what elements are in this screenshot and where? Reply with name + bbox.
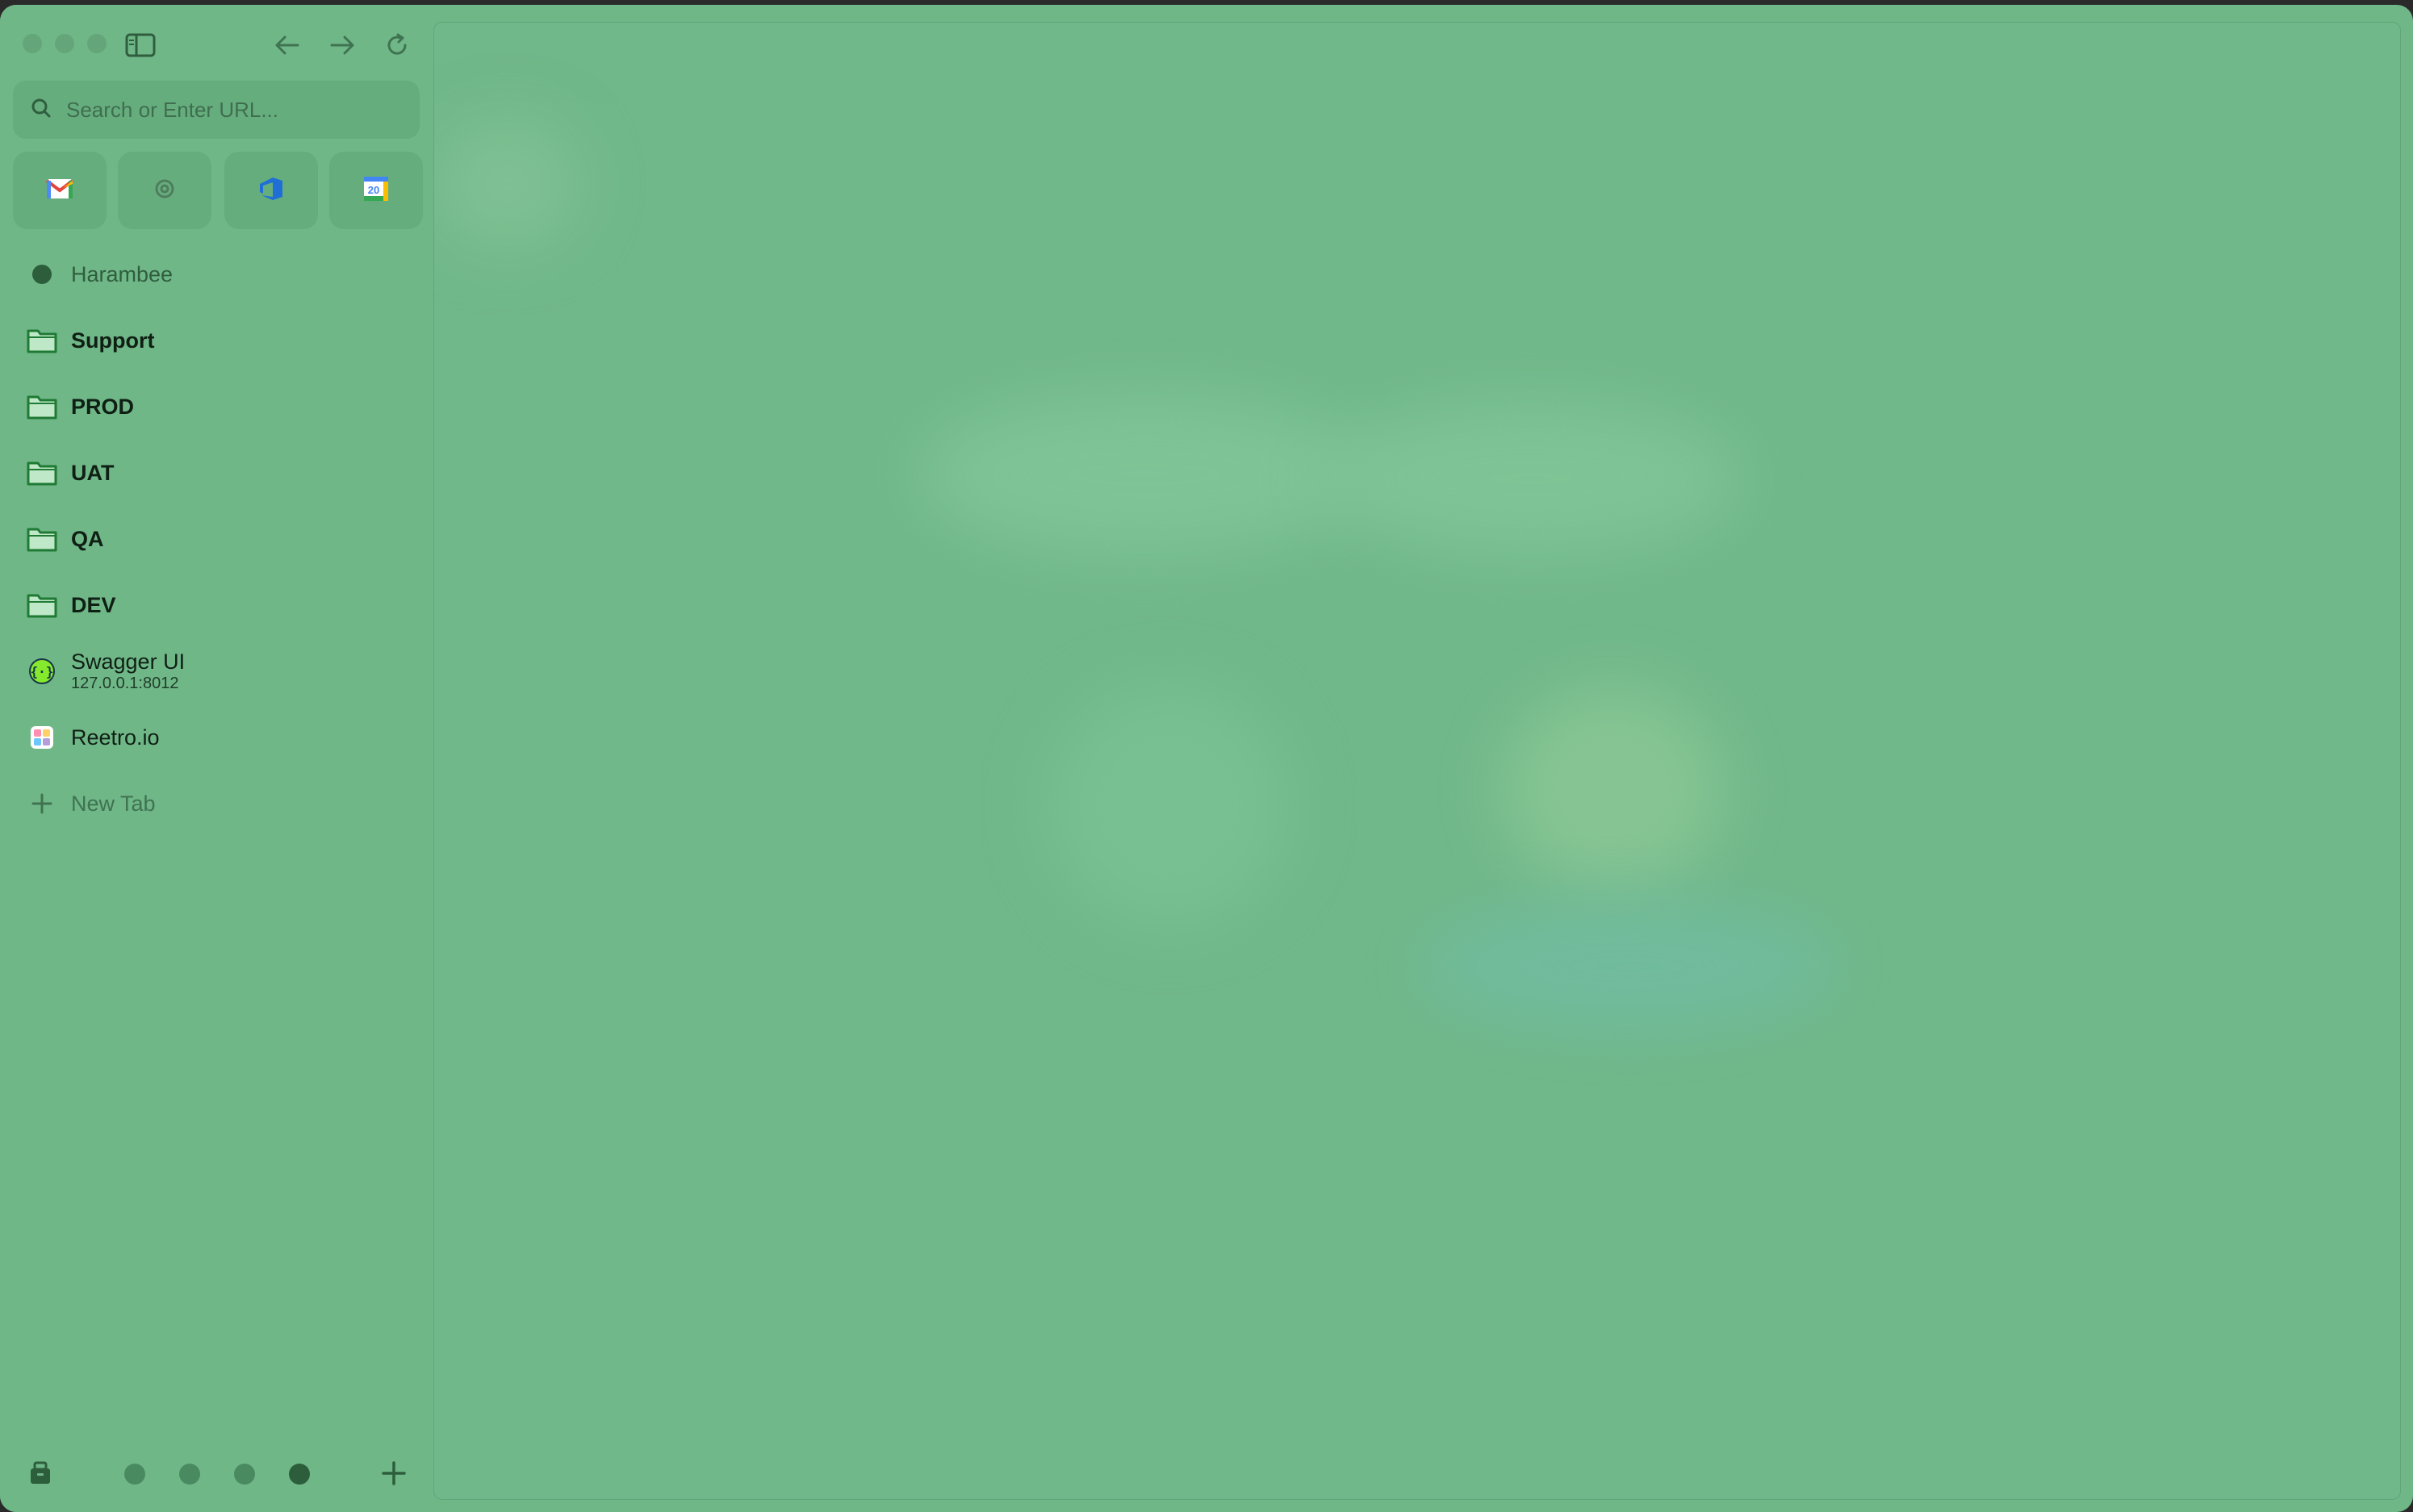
search-bar[interactable] <box>13 81 420 139</box>
space-switcher-dot[interactable] <box>234 1464 255 1485</box>
background-glow <box>1499 684 1725 894</box>
sidebar-item-label: Support <box>71 328 155 353</box>
add-space-icon[interactable] <box>378 1457 410 1489</box>
space-dot-icon <box>24 257 60 292</box>
folder-icon <box>24 587 60 623</box>
back-arrow-icon[interactable] <box>271 29 303 61</box>
plus-icon <box>24 786 60 821</box>
archive-icon[interactable] <box>24 1457 56 1489</box>
sidebar-item-label: DEV <box>71 592 116 617</box>
reetro-icon <box>24 720 60 755</box>
sidebar-item-label: Harambee <box>71 261 174 286</box>
pinned-tab-settings[interactable] <box>118 152 211 229</box>
svg-text:{·}: {·} <box>31 664 54 679</box>
sidebar-item-label: QA <box>71 526 104 551</box>
background-glow <box>1419 902 1838 1031</box>
browser-window: 20 Harambee Support PROD <box>0 5 2413 1512</box>
sidebar-toggle-icon[interactable] <box>124 29 157 61</box>
sidebar-tab-swagger-ui[interactable]: {·} Swagger UI 127.0.0.1:8012 <box>24 647 185 695</box>
settings-icon <box>152 176 178 206</box>
calendar-icon: 20 <box>362 174 391 207</box>
background-glow <box>918 394 1370 555</box>
folder-icon <box>24 389 60 424</box>
folder-icon <box>24 323 60 358</box>
sidebar: 20 Harambee Support PROD <box>0 5 436 1512</box>
sidebar-folder-dev[interactable]: DEV <box>24 581 116 629</box>
new-tab-button[interactable]: New Tab <box>24 779 156 828</box>
search-input[interactable] <box>65 96 407 123</box>
sidebar-folder-prod[interactable]: PROD <box>24 382 134 431</box>
sidebar-tab-reetro[interactable]: Reetro.io <box>24 713 160 762</box>
sidebar-folder-uat[interactable]: UAT <box>24 449 115 497</box>
pinned-tab-azure-devops[interactable] <box>224 152 318 229</box>
sidebar-item-label: Reetro.io <box>71 725 160 750</box>
background-glow <box>1048 684 1290 926</box>
sidebar-folder-support[interactable]: Support <box>24 316 154 365</box>
web-content-area[interactable] <box>434 23 2400 1499</box>
sidebar-item-harambee[interactable]: Harambee <box>24 250 173 299</box>
reload-icon[interactable] <box>381 29 413 61</box>
sidebar-item-url: 127.0.0.1:8012 <box>71 675 179 692</box>
sidebar-item-label: UAT <box>71 460 115 485</box>
space-switcher-dot[interactable] <box>124 1464 145 1485</box>
sidebar-item-label: New Tab <box>71 791 156 816</box>
swagger-icon: {·} <box>24 654 60 689</box>
pinned-tab-calendar[interactable]: 20 <box>329 152 423 229</box>
sidebar-folder-qa[interactable]: QA <box>24 515 104 563</box>
minimize-window-button[interactable] <box>55 34 74 53</box>
space-switcher-dot[interactable] <box>179 1464 200 1485</box>
close-window-button[interactable] <box>23 34 42 53</box>
forward-arrow-icon[interactable] <box>326 29 358 61</box>
background-glow <box>1322 402 1742 555</box>
pinned-tab-gmail[interactable] <box>13 152 107 229</box>
folder-icon <box>24 521 60 557</box>
sidebar-item-label: PROD <box>71 394 135 419</box>
gmail-icon <box>45 174 74 207</box>
background-glow <box>434 119 579 249</box>
zoom-window-button[interactable] <box>87 34 107 53</box>
azure-devops-icon <box>257 174 286 207</box>
svg-text:20: 20 <box>368 184 379 196</box>
sidebar-item-label: Swagger UI <box>71 649 186 674</box>
search-icon <box>31 98 52 123</box>
space-switcher-dot-active[interactable] <box>289 1464 310 1485</box>
folder-icon <box>24 455 60 491</box>
